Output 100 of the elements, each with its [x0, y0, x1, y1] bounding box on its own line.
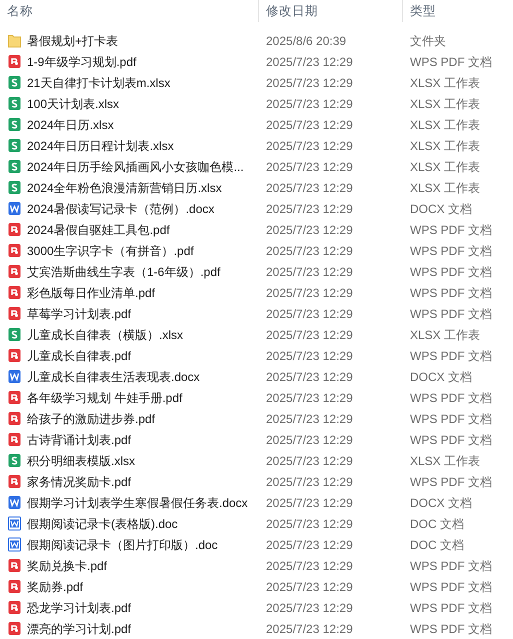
- file-name[interactable]: 儿童成长自律表生活表现表.docx: [27, 370, 200, 382]
- file-name[interactable]: 各年级学习规划 牛娃手册.pdf: [27, 392, 182, 404]
- modified-date: 2025/7/23 12:29: [265, 560, 354, 572]
- column-header[interactable]: 修改日期: [259, 0, 403, 22]
- column-header[interactable]: 名称: [0, 0, 259, 22]
- folder-icon: [8, 33, 21, 48]
- word-file-icon: [8, 201, 21, 216]
- spreadsheet-file-icon: [8, 96, 21, 111]
- file-type: XLSX 工作表: [409, 76, 482, 88]
- file-name[interactable]: 积分明细表模版.xlsx: [27, 454, 135, 466]
- modified-date: 2025/7/23 12:29: [265, 56, 354, 68]
- modified-date: 2025/7/23 12:29: [265, 370, 354, 382]
- file-type: WPS PDF 文档: [409, 602, 494, 614]
- file-type: DOCX 文档: [409, 370, 474, 382]
- file-type: WPS PDF 文档: [409, 224, 494, 236]
- modified-date: 2025/7/23 12:29: [265, 266, 354, 278]
- file-name[interactable]: 2024暑假自驱娃工具包.pdf: [27, 224, 170, 236]
- file-type: WPS PDF 文档: [409, 622, 494, 634]
- file-type: WPS PDF 文档: [409, 350, 494, 362]
- modified-date: 2025/7/23 12:29: [265, 350, 354, 362]
- file-type: DOC 文档: [409, 518, 465, 530]
- file-name[interactable]: 假期阅读记录卡(表格版).doc: [27, 518, 178, 530]
- modified-date: 2025/7/23 12:29: [265, 308, 354, 320]
- file-type: WPS PDF 文档: [409, 266, 494, 278]
- spreadsheet-file-icon: [8, 138, 21, 153]
- file-name[interactable]: 3000生字识字卡（有拼音）.pdf: [27, 244, 194, 256]
- modified-date: 2025/7/23 12:29: [265, 454, 354, 466]
- file-name[interactable]: 奖励兑换卡.pdf: [27, 560, 108, 572]
- pdf-file-icon: [8, 285, 21, 300]
- word-file-icon: [8, 516, 21, 531]
- file-name[interactable]: 草莓学习计划表.pdf: [27, 308, 132, 320]
- file-name[interactable]: 2024年日历日程计划表.xlsx: [27, 140, 174, 152]
- file-name[interactable]: 假期阅读记录卡（图片打印版）.doc: [27, 538, 218, 550]
- modified-date: 2025/7/23 12:29: [265, 622, 354, 634]
- pdf-file-icon: [8, 348, 21, 363]
- file-name[interactable]: 儿童成长自律表.pdf: [27, 350, 132, 362]
- modified-date: 2025/7/23 12:29: [265, 182, 354, 194]
- modified-date: 2025/7/23 12:29: [265, 244, 354, 256]
- file-name[interactable]: 家务情况奖励卡.pdf: [27, 476, 132, 488]
- spreadsheet-file-icon: [8, 453, 21, 468]
- pdf-file-icon: [8, 600, 21, 615]
- file-type: WPS PDF 文档: [409, 308, 494, 320]
- file-type: WPS PDF 文档: [409, 560, 494, 572]
- pdf-file-icon: [8, 432, 21, 447]
- modified-date: 2025/7/23 12:29: [265, 496, 354, 508]
- file-type: XLSX 工作表: [409, 140, 482, 152]
- file-name[interactable]: 漂亮的学习计划.pdf: [27, 622, 132, 634]
- file-name[interactable]: 古诗背诵计划表.pdf: [27, 434, 132, 446]
- modified-date: 2025/7/23 12:29: [265, 140, 354, 152]
- file-name[interactable]: 彩色版每日作业清单.pdf: [27, 286, 156, 298]
- file-name[interactable]: 2024暑假读写记录卡（范例）.docx: [27, 202, 214, 214]
- pdf-file-icon: [8, 558, 21, 573]
- modified-date: 2025/7/23 12:29: [265, 476, 354, 488]
- file-type: XLSX 工作表: [409, 328, 482, 340]
- modified-date: 2025/7/23 12:29: [265, 602, 354, 614]
- file-name[interactable]: 暑假规划+打卡表: [27, 34, 118, 46]
- file-type: XLSX 工作表: [409, 454, 482, 466]
- modified-date: 2025/7/23 12:29: [265, 286, 354, 298]
- file-type: WPS PDF 文档: [409, 476, 494, 488]
- word-file-icon: [8, 537, 21, 552]
- pdf-file-icon: [8, 222, 21, 237]
- file-name[interactable]: 艾宾浩斯曲线生字表（1-6年级）.pdf: [27, 266, 220, 278]
- file-type: WPS PDF 文档: [409, 286, 494, 298]
- word-file-icon: [8, 369, 21, 384]
- file-name[interactable]: 假期学习计划表学生寒假暑假任务表.docx: [27, 496, 248, 508]
- file-type: XLSX 工作表: [409, 182, 482, 194]
- file-name[interactable]: 100天计划表.xlsx: [27, 98, 120, 110]
- file-name[interactable]: 2024年日历手绘风插画风小女孩咖色模...: [27, 160, 244, 172]
- file-type: 文件夹: [409, 34, 447, 46]
- file-type: WPS PDF 文档: [409, 392, 494, 404]
- file-name[interactable]: 2024年日历.xlsx: [27, 118, 114, 130]
- file-type: DOCX 文档: [409, 202, 474, 214]
- pdf-file-icon: [8, 54, 21, 69]
- spreadsheet-file-icon: [8, 180, 21, 195]
- modified-date: 2025/7/23 12:29: [265, 118, 354, 130]
- spreadsheet-file-icon: [8, 75, 21, 90]
- modified-date: 2025/7/23 12:29: [265, 328, 354, 340]
- file-name[interactable]: 奖励券.pdf: [27, 580, 84, 592]
- modified-date: 2025/7/23 12:29: [265, 160, 354, 172]
- pdf-file-icon: [8, 621, 21, 636]
- file-name[interactable]: 1-9年级学习规划.pdf: [27, 56, 136, 68]
- pdf-file-icon: [8, 306, 21, 321]
- file-name[interactable]: 儿童成长自律表（横版）.xlsx: [27, 328, 183, 340]
- pdf-file-icon: [8, 264, 21, 279]
- pdf-file-icon: [8, 390, 21, 405]
- modified-date: 2025/7/23 12:29: [265, 224, 354, 236]
- column-header[interactable]: 类型: [403, 0, 513, 22]
- modified-date: 2025/7/23 12:29: [265, 434, 354, 446]
- file-name[interactable]: 2024全年粉色浪漫清新营销日历.xlsx: [27, 182, 222, 194]
- file-name[interactable]: 恐龙学习计划表.pdf: [27, 602, 132, 614]
- pdf-file-icon: [8, 411, 21, 426]
- file-type: WPS PDF 文档: [409, 412, 494, 424]
- file-name[interactable]: 21天自律打卡计划表m.xlsx: [27, 76, 170, 88]
- spreadsheet-file-icon: [8, 117, 21, 132]
- file-name[interactable]: 给孩子的激励进步券.pdf: [27, 412, 156, 424]
- modified-date: 2025/7/23 12:29: [265, 412, 354, 424]
- file-type: DOC 文档: [409, 538, 465, 550]
- modified-date: 2025/7/23 12:29: [265, 392, 354, 404]
- spreadsheet-file-icon: [8, 327, 21, 342]
- file-type: WPS PDF 文档: [409, 434, 494, 446]
